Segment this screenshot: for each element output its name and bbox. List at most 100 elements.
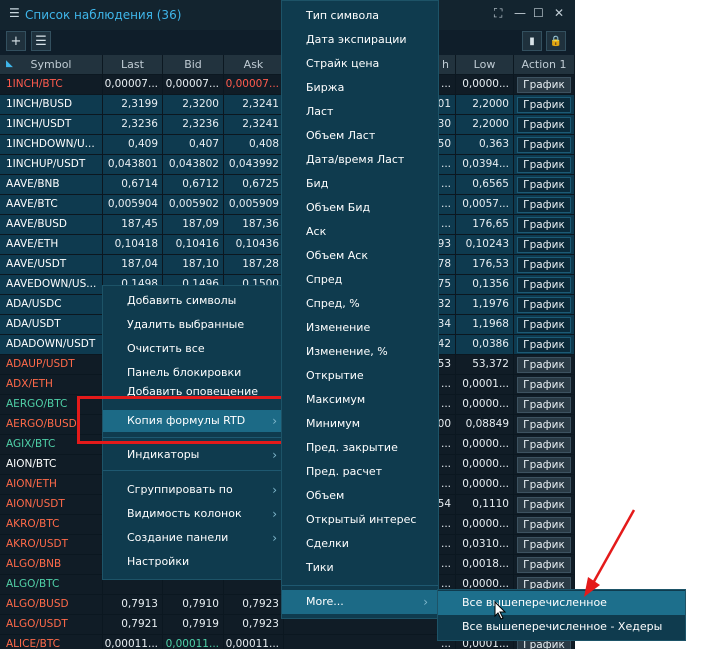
table-cell: График [514, 135, 575, 154]
menu-group-by[interactable]: Сгруппировать по › [103, 479, 287, 501]
rtd-column-item[interactable]: Биржа [282, 76, 438, 100]
table-cell: График [514, 515, 575, 534]
chart-button[interactable]: График [517, 137, 571, 153]
rtd-column-item[interactable]: Открытый интерес [282, 508, 438, 532]
column-header[interactable]: Last [103, 55, 163, 74]
rtd-column-item[interactable]: Объем Бид [282, 196, 438, 220]
chart-button[interactable]: График [517, 377, 571, 393]
chart-button[interactable]: График [517, 437, 571, 453]
chart-button[interactable]: График [517, 237, 571, 253]
rtd-column-item[interactable]: Ласт [282, 100, 438, 124]
lock-icon[interactable]: 🔒 [546, 31, 566, 51]
table-cell: 0,0000... [456, 435, 514, 454]
table-cell: График [514, 95, 575, 114]
menu-indicators[interactable]: Индикаторы › [103, 444, 287, 466]
rtd-column-item[interactable]: Изменение [282, 316, 438, 340]
rtd-column-item[interactable]: Дата/время Ласт [282, 148, 438, 172]
chart-icon[interactable]: ▮ [522, 31, 542, 51]
table-cell: 0,0000... [456, 515, 514, 534]
table-cell: 0,0000... [456, 75, 514, 94]
chart-button[interactable]: График [517, 557, 571, 573]
rtd-column-item[interactable]: Спред [282, 268, 438, 292]
menu-column-visibility[interactable]: Видимость колонок › [103, 503, 287, 525]
chart-button[interactable]: График [517, 357, 571, 373]
minimize-icon[interactable]: — [514, 6, 526, 20]
rtd-column-item[interactable]: Пред. закрытие [282, 436, 438, 460]
rtd-column-item[interactable]: Бид [282, 172, 438, 196]
chart-button[interactable]: График [517, 117, 571, 133]
rtd-column-item[interactable]: Максимум [282, 388, 438, 412]
fullscreen-icon[interactable]: ⛶ [494, 6, 502, 21]
table-cell: График [514, 75, 575, 94]
rtd-column-item[interactable]: Аск [282, 220, 438, 244]
chart-button[interactable]: График [517, 197, 571, 213]
table-cell: ADAUP/USDT [0, 355, 103, 374]
add-symbol-button[interactable]: + [6, 31, 26, 51]
table-cell: 0,7910 [163, 595, 224, 614]
rtd-column-item[interactable]: Минимум [282, 412, 438, 436]
table-cell: 2,3236 [103, 115, 163, 134]
chart-button[interactable]: График [517, 157, 571, 173]
menu-more[interactable]: More... › [282, 590, 438, 614]
rtd-column-item[interactable]: Спред, % [282, 292, 438, 316]
chart-button[interactable]: График [517, 497, 571, 513]
rtd-column-item[interactable]: Изменение, % [282, 340, 438, 364]
table-cell: 0,10418 [103, 235, 163, 254]
chart-button[interactable]: График [517, 277, 571, 293]
table-cell: 0,043801 [103, 155, 163, 174]
table-cell: AION/ETH [0, 475, 103, 494]
table-cell: 0,043802 [163, 155, 224, 174]
menu-clear-all[interactable]: Очистить все [103, 338, 287, 360]
column-header[interactable]: Action 1 [514, 55, 575, 74]
rtd-column-item[interactable]: Тики [282, 556, 438, 580]
chart-button[interactable]: График [517, 417, 571, 433]
maximize-icon[interactable]: ☐ [533, 6, 544, 20]
list-view-button[interactable]: ☰ [31, 31, 51, 51]
table-cell: График [514, 495, 575, 514]
chart-button[interactable]: График [517, 477, 571, 493]
table-cell: AAVE/BTC [0, 195, 103, 214]
menu-delete-selected[interactable]: Удалить выбранные [103, 314, 287, 336]
chart-button[interactable]: График [517, 457, 571, 473]
chart-button[interactable]: График [517, 337, 571, 353]
chart-button[interactable]: График [517, 397, 571, 413]
column-header[interactable]: Bid [163, 55, 224, 74]
chart-button[interactable]: График [517, 97, 571, 113]
chart-button[interactable]: График [517, 317, 571, 333]
rtd-column-item[interactable]: Пред. расчет [282, 460, 438, 484]
menu-all-above-headers[interactable]: Все вышеперечисленное - Хедеры [438, 615, 685, 639]
menu-create-panel[interactable]: Создание панели › [103, 527, 287, 549]
rtd-column-item[interactable]: Дата экспирации [282, 28, 438, 52]
chart-button[interactable]: График [517, 537, 571, 553]
rtd-column-item[interactable]: Сделки [282, 532, 438, 556]
chart-button[interactable]: График [517, 217, 571, 233]
table-cell: 0,043992 [224, 155, 284, 174]
menu-lock-panel[interactable]: Панель блокировки [103, 362, 287, 384]
chart-button[interactable]: График [517, 297, 571, 313]
column-header[interactable]: Ask [224, 55, 284, 74]
menu-settings[interactable]: Настройки [103, 551, 287, 573]
table-cell: ALGO/BUSD [0, 595, 103, 614]
rtd-column-item[interactable]: Объем Аск [282, 244, 438, 268]
chart-button[interactable]: График [517, 77, 571, 93]
column-header[interactable]: Low [456, 55, 514, 74]
table-cell: График [514, 335, 575, 354]
rtd-column-item[interactable]: Тип символа [282, 4, 438, 28]
rtd-column-item[interactable]: Открытие [282, 364, 438, 388]
chart-button[interactable]: График [517, 177, 571, 193]
chart-button[interactable]: График [517, 257, 571, 273]
hamburger-menu-icon[interactable]: ☰ [9, 6, 20, 20]
close-icon[interactable]: ✕ [554, 6, 564, 20]
rtd-column-item[interactable]: Объем Ласт [282, 124, 438, 148]
chart-button[interactable]: График [517, 517, 571, 533]
column-header[interactable]: Symbol [0, 55, 103, 74]
menu-add-symbols[interactable]: Добавить символы [103, 290, 287, 312]
table-cell: 0,7913 [103, 595, 163, 614]
menu-separator [103, 470, 287, 471]
rtd-column-item[interactable]: Страйк цена [282, 52, 438, 76]
menu-indicators-label: Индикаторы [127, 448, 200, 461]
rtd-column-item[interactable]: Объем [282, 484, 438, 508]
table-cell: ADX/ETH [0, 375, 103, 394]
table-cell: AKRO/USDT [0, 535, 103, 554]
table-cell: 2,3241 [224, 95, 284, 114]
